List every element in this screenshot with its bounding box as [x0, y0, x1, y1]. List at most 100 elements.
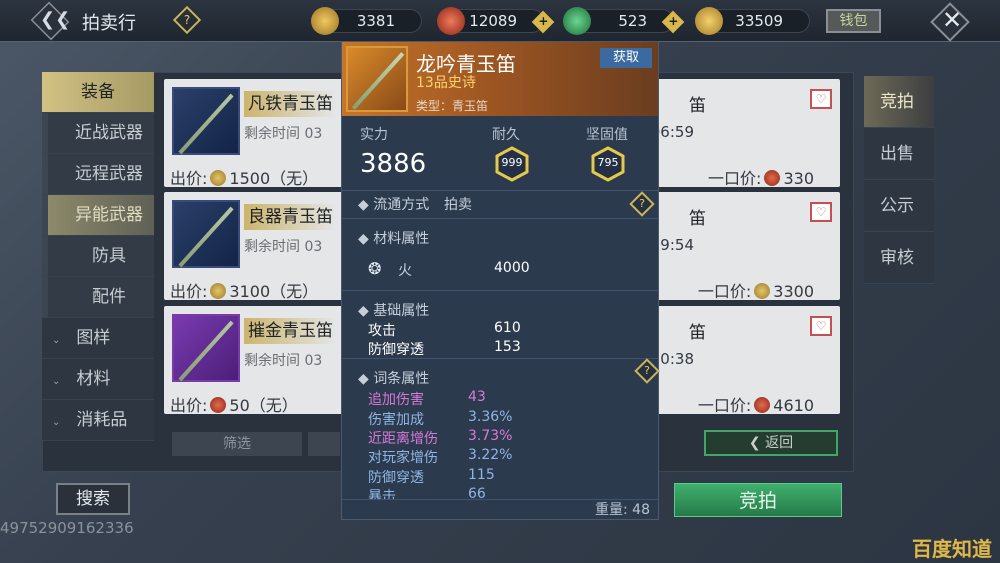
- jade-icon: [563, 7, 591, 35]
- nav-consumables[interactable]: ⌄ 消耗品: [42, 400, 154, 441]
- affix-name: 追加伤害: [368, 392, 424, 408]
- power-label: 实力: [360, 127, 388, 143]
- item-thumbnail: [346, 46, 408, 112]
- close-icon[interactable]: ✕: [942, 6, 962, 34]
- affix-value: 115: [468, 467, 495, 483]
- nav-ranged[interactable]: 远程武器: [42, 154, 154, 195]
- remain-time-label: 剩余时间 03: [244, 353, 323, 369]
- add-red-button[interactable]: +: [531, 10, 555, 34]
- currency-red: 12089 +: [437, 7, 555, 35]
- durability-label: 耐久: [492, 127, 520, 143]
- item-type: 类型：青玉笛: [416, 99, 489, 113]
- circulation-label: ◆ 流通方式: [358, 197, 430, 213]
- item-name: 摧金青玉笛: [244, 318, 336, 344]
- watermark: 百度知道: [912, 537, 992, 561]
- favorite-heart-icon[interactable]: ♡: [810, 89, 832, 109]
- nav-equipment[interactable]: 装备: [42, 72, 154, 113]
- favorite-heart-icon[interactable]: ♡: [810, 202, 832, 222]
- circulation-value: 拍卖: [444, 197, 472, 213]
- page-title: 拍卖行: [82, 13, 136, 34]
- filter-button[interactable]: 筛选: [172, 432, 302, 456]
- base-attr-value: 610: [494, 320, 521, 336]
- item-name-right: 笛: [689, 323, 706, 343]
- help-icon[interactable]: ?: [172, 5, 202, 35]
- currency-jade: 523 +: [563, 7, 685, 35]
- chevron-down-icon: ⌄: [52, 335, 61, 346]
- bid-button[interactable]: 竞拍: [674, 483, 842, 517]
- return-button[interactable]: ❮ 返回: [704, 430, 838, 456]
- favorite-heart-icon[interactable]: ♡: [810, 316, 832, 336]
- item-thumbnail: [172, 314, 240, 382]
- item-thumbnail: [172, 87, 240, 155]
- solidity-badge: 795: [590, 146, 626, 182]
- affix-value: 3.36%: [468, 409, 513, 425]
- currency-gold: 33509: [695, 7, 810, 35]
- add-jade-button[interactable]: +: [661, 10, 685, 34]
- nav-patterns[interactable]: ⌄ 图样: [42, 318, 154, 359]
- category-nav: 装备 近战武器 远程武器 异能武器 防具 配件 ⌄ 图样 ⌄ 材料 ⌄ 消耗品: [42, 72, 154, 441]
- red-orb-icon: [754, 397, 771, 413]
- gold-leaf-icon: [754, 283, 771, 299]
- affix-value: 3.22%: [468, 447, 513, 463]
- tab-review[interactable]: 审核: [864, 232, 934, 284]
- tab-sell[interactable]: 出售: [864, 128, 934, 180]
- fire-icon: ❂: [368, 259, 382, 278]
- affix-name: 暴击: [368, 489, 396, 499]
- tab-bid[interactable]: 竞拍: [864, 76, 934, 128]
- red-orb-icon: [437, 7, 465, 35]
- nav-special[interactable]: 异能武器: [42, 195, 154, 236]
- material-label: ◆ 材料属性: [358, 231, 430, 247]
- wallet-button[interactable]: 钱包: [826, 9, 881, 33]
- mode-tabs: 竞拍 出售 公示 审核: [864, 76, 934, 284]
- gold-leaf-icon: [695, 7, 723, 35]
- nav-armor[interactable]: 防具: [42, 236, 154, 277]
- chevron-left-icon[interactable]: ❮❮: [40, 9, 70, 30]
- detail-header: 龙吟青玉笛 13品史诗 类型：青玉笛 获取: [342, 42, 658, 116]
- nav-melee[interactable]: 近战武器: [42, 113, 154, 154]
- user-id: 49752909162336: [0, 519, 134, 537]
- solidity-label: 坚固值: [586, 127, 628, 143]
- buyout-price: 一口价: 330: [708, 169, 814, 188]
- remain-time-label: 剩余时间 03: [244, 239, 323, 255]
- item-detail-popup: 龙吟青玉笛 13品史诗 类型：青玉笛 获取 实力 耐久 坚固值 3886 999…: [341, 41, 660, 520]
- item-thumbnail: [172, 200, 240, 268]
- item-grade: 13品史诗: [416, 75, 476, 91]
- top-bar: ❮❮ 拍卖行 ? 3381 12089 + 523 + 33509 钱包 ✕: [0, 0, 1000, 42]
- chevron-down-icon: ⌄: [52, 417, 61, 428]
- chevron-down-icon: ⌄: [52, 376, 61, 387]
- base-attr-label: ◆ 基础属性: [358, 303, 430, 319]
- affix-value: 43: [468, 389, 486, 405]
- tab-public[interactable]: 公示: [864, 180, 934, 232]
- nav-accessory[interactable]: 配件: [42, 277, 154, 318]
- item-name-right: 笛: [689, 209, 706, 229]
- buyout-price: 一口价: 4610: [697, 396, 814, 415]
- gold-leaf-icon: [210, 283, 227, 299]
- item-name-right: 笛: [689, 96, 706, 116]
- get-button[interactable]: 获取: [600, 48, 652, 68]
- nav-materials[interactable]: ⌄ 材料: [42, 359, 154, 400]
- affix-value: 66: [468, 486, 486, 499]
- search-button[interactable]: 搜索: [56, 483, 130, 515]
- buyout-price: 一口价: 3300: [697, 282, 814, 301]
- remain-time-label: 剩余时间 03: [244, 126, 323, 142]
- bid-price: 出价: 50（无）: [170, 396, 298, 415]
- filter-option[interactable]: [308, 432, 340, 456]
- item-name: 凡铁青玉笛: [244, 91, 336, 117]
- affix-name: 近距离增伤: [368, 431, 438, 447]
- element-name: 火: [398, 263, 412, 279]
- item-name: 良器青玉笛: [244, 204, 336, 230]
- durability-badge: 999: [494, 146, 530, 182]
- affix-value: 3.73%: [468, 428, 513, 444]
- help-icon[interactable]: ?: [629, 191, 655, 217]
- power-value: 3886: [360, 149, 427, 179]
- bid-price: 出价: 1500（无）: [170, 169, 319, 188]
- help-icon[interactable]: ?: [634, 358, 660, 384]
- red-orb-icon: [764, 170, 781, 186]
- affix-name: 对玩家增伤: [368, 450, 438, 466]
- item-weight: 重量: 48: [595, 502, 650, 518]
- affix-name: 防御穿透: [368, 470, 424, 486]
- currency-copper: 3381: [311, 7, 422, 35]
- base-attr-name: 防御穿透: [368, 342, 424, 358]
- affix-label: ◆ 词条属性: [358, 371, 430, 387]
- bid-price: 出价: 3100（无）: [170, 282, 319, 301]
